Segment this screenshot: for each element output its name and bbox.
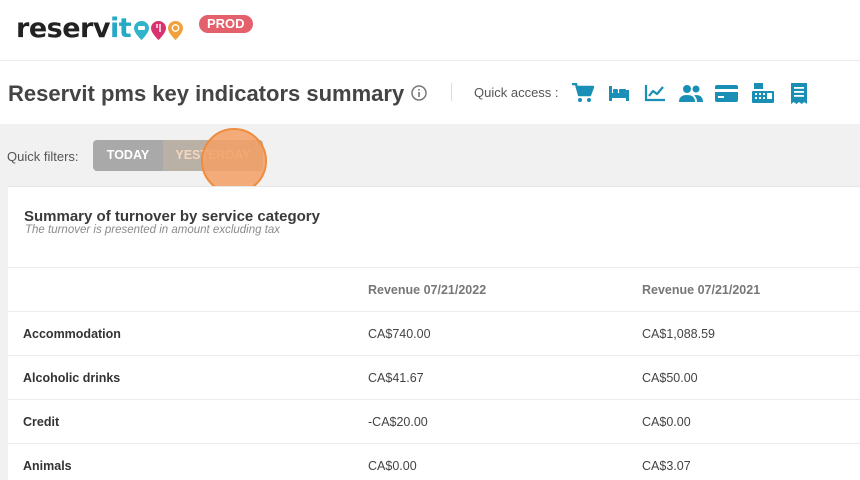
chart-line-icon[interactable] <box>642 81 667 105</box>
turnover-table: Revenue 07/21/2022 Revenue 07/21/2021 Ac… <box>8 267 860 480</box>
title-bar: Reservit pms key indicators summary Quic… <box>0 60 860 124</box>
users-icon[interactable] <box>678 81 703 105</box>
quick-filter-group: TODAY YESTERDAY <box>93 140 263 171</box>
card-subtitle: The turnover is presented in amount excl… <box>25 224 281 236</box>
location-pin-icon <box>151 20 167 40</box>
logo-text: reservit <box>16 12 132 44</box>
revenue-cell: CA$0.00 <box>642 415 691 429</box>
card-title: Summary of turnover by service category <box>24 208 320 225</box>
quick-access-label: Quick access : <box>474 85 559 100</box>
revenue-cell: CA$1,088.59 <box>642 327 715 341</box>
column-header[interactable]: Revenue 07/21/2021 <box>642 268 760 312</box>
table-row: Animals CA$0.00 CA$3.07 <box>8 443 860 480</box>
table-header: Revenue 07/21/2022 Revenue 07/21/2021 <box>8 267 860 311</box>
revenue-cell: CA$740.00 <box>368 327 431 341</box>
table-row: Alcoholic drinks CA$41.67 CA$50.00 <box>8 355 860 399</box>
credit-card-icon[interactable] <box>714 81 739 105</box>
yesterday-filter-button[interactable]: YESTERDAY <box>163 140 263 171</box>
category-cell: Alcoholic drinks <box>23 371 121 385</box>
category-cell: Animals <box>23 459 72 473</box>
revenue-cell: CA$41.67 <box>368 371 424 385</box>
category-cell: Accommodation <box>23 327 121 341</box>
environment-badge: PROD <box>199 15 253 33</box>
divider <box>451 83 452 101</box>
revenue-cell: CA$50.00 <box>642 371 698 385</box>
location-pin-icon <box>134 20 150 40</box>
quick-filters-label: Quick filters: <box>7 149 79 164</box>
quick-access-toolbar <box>570 81 811 105</box>
location-pin-icon <box>168 20 184 40</box>
today-filter-button[interactable]: TODAY <box>93 140 163 171</box>
top-bar: reservit PROD <box>0 0 860 60</box>
bed-icon[interactable] <box>606 81 631 105</box>
receipt-icon[interactable] <box>786 81 811 105</box>
category-cell: Credit <box>23 415 60 429</box>
revenue-cell: CA$0.00 <box>368 459 417 473</box>
reservit-logo[interactable]: reservit <box>16 10 184 46</box>
revenue-cell: -CA$20.00 <box>368 415 428 429</box>
info-icon[interactable] <box>411 85 427 101</box>
cart-icon[interactable] <box>570 81 595 105</box>
revenue-cell: CA$3.07 <box>642 459 691 473</box>
table-row: Accommodation CA$740.00 CA$1,088.59 <box>8 311 860 355</box>
cash-register-icon[interactable] <box>750 81 775 105</box>
table-row: Credit -CA$20.00 CA$0.00 <box>8 399 860 443</box>
page-title: Reservit pms key indicators summary <box>8 81 405 106</box>
turnover-summary-card: Summary of turnover by service category … <box>8 186 860 480</box>
column-header[interactable]: Revenue 07/21/2022 <box>368 268 486 312</box>
quick-filters-bar: Quick filters: TODAY YESTERDAY <box>0 124 860 186</box>
